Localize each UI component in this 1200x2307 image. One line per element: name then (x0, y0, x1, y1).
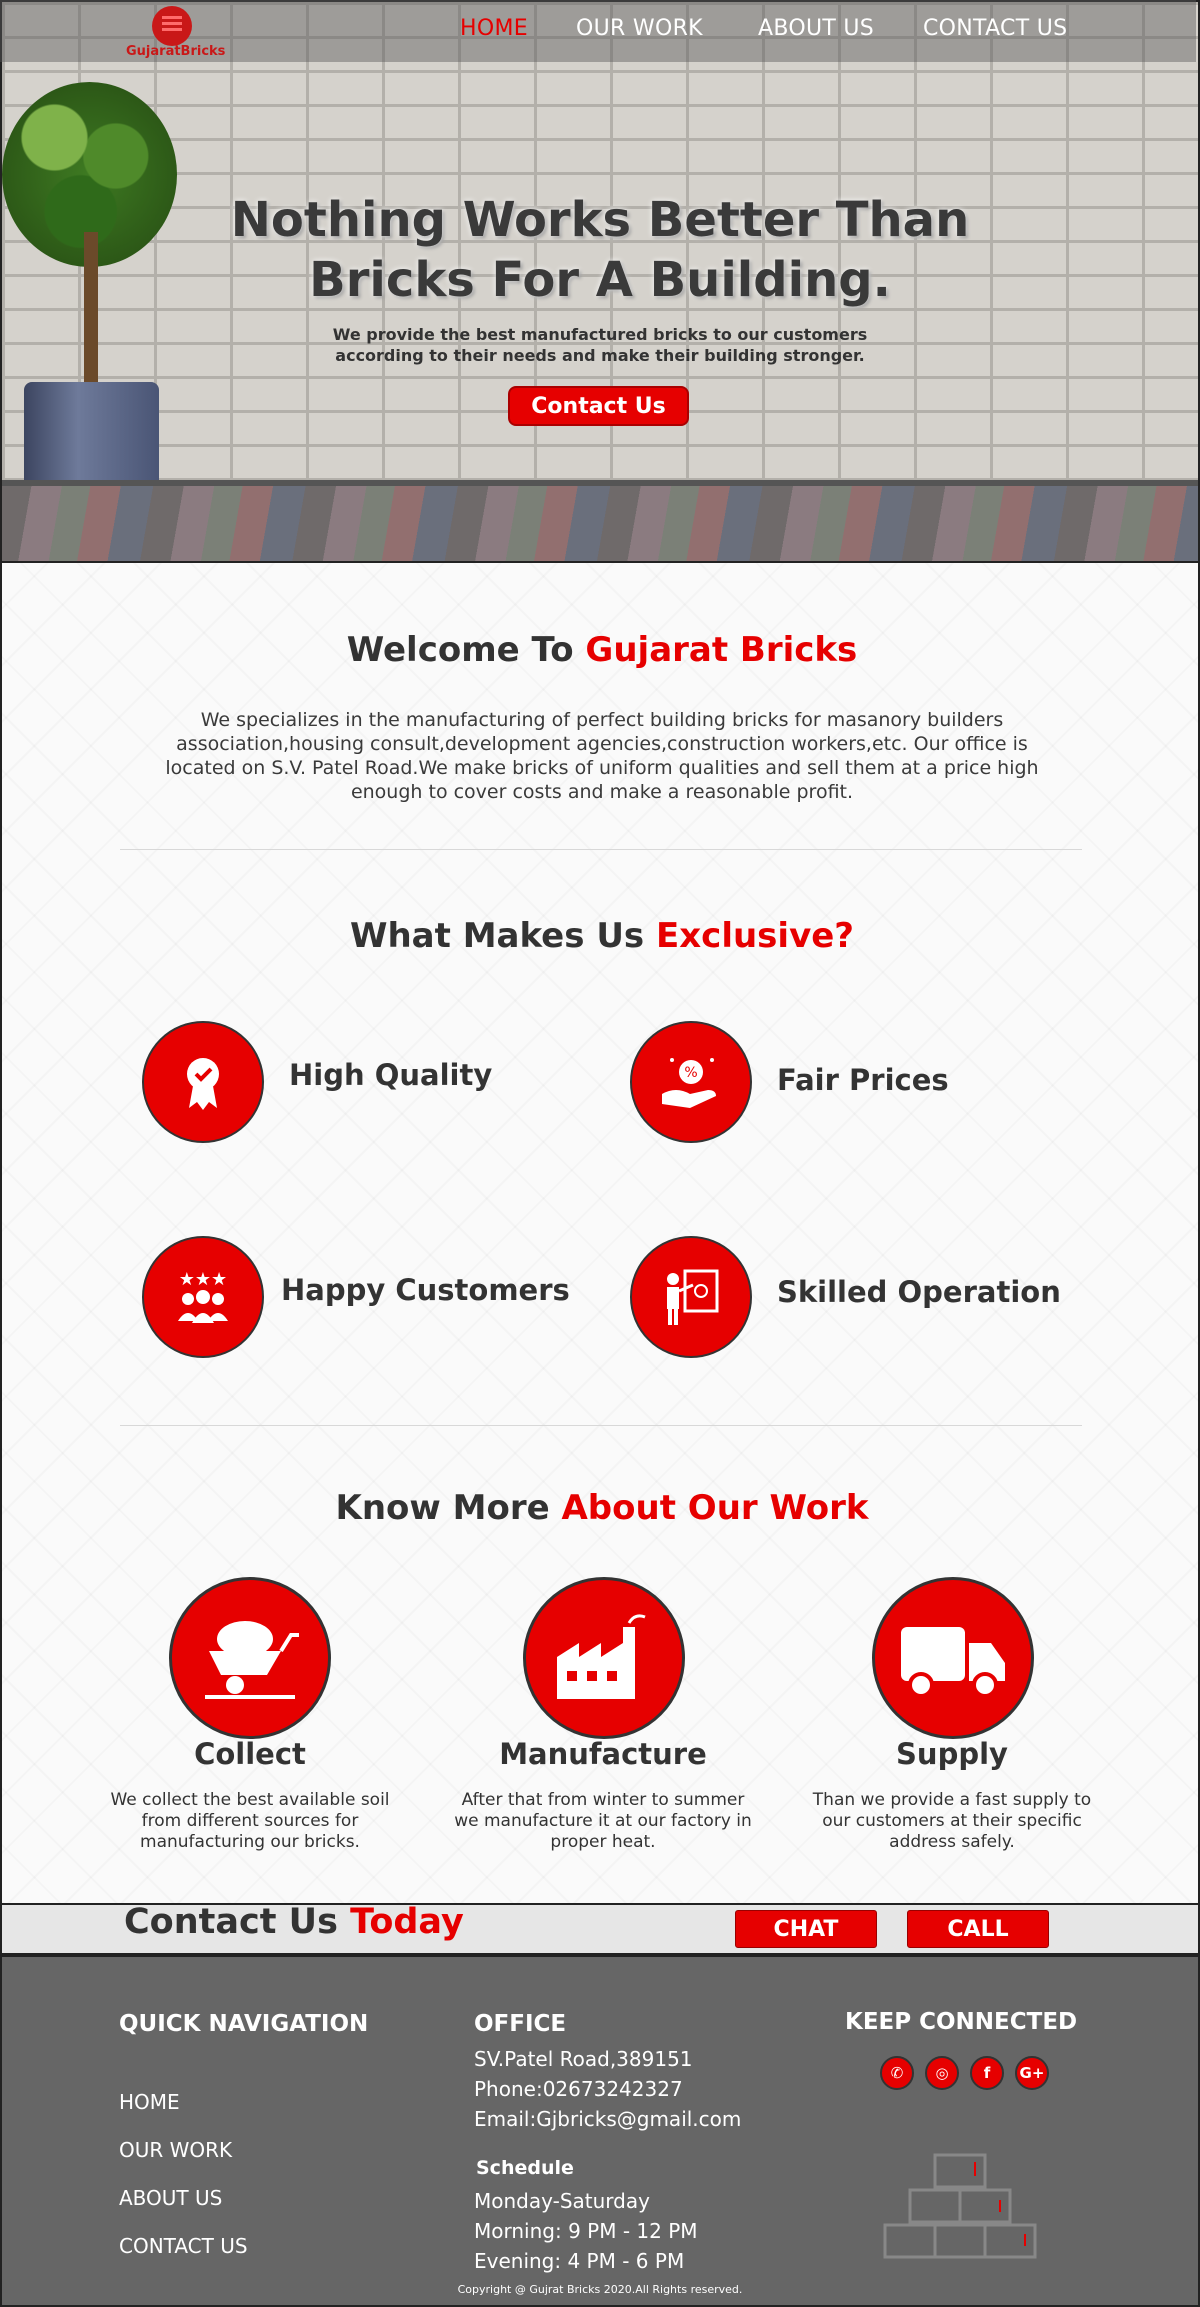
work-desc-manufacture: After that from winter to summer we manu… (454, 1790, 752, 1852)
logo-icon[interactable] (152, 6, 192, 46)
welcome-heading-accent: Gujarat Bricks (585, 630, 858, 670)
plant-trunk (84, 232, 98, 392)
schedule-morning: Morning: 9 PM - 12 PM (474, 2219, 698, 2243)
logo-text[interactable]: GujaratBricks (126, 44, 225, 59)
nav-our-work[interactable]: OUR WORK (576, 16, 703, 41)
footer-nav-about-us[interactable]: ABOUT US (119, 2186, 222, 2210)
welcome-heading-plain: Welcome To (346, 630, 586, 670)
nav-about-us[interactable]: ABOUT US (758, 16, 874, 41)
copyright: Copyright @ Gujrat Bricks 2020.All Right… (457, 2283, 743, 2296)
bricks-illustration-icon (883, 2153, 1037, 2259)
schedule-evening: Evening: 4 PM - 6 PM (474, 2249, 685, 2273)
call-button[interactable]: CALL (907, 1910, 1049, 1948)
presentation-icon (630, 1236, 752, 1358)
feature-label-skilled-operation: Skilled Operation (777, 1275, 1061, 1309)
contact-bar-title: Contact Us Today (124, 1902, 464, 1942)
schedule-days: Monday-Saturday (474, 2189, 650, 2213)
office-title: OFFICE (474, 2011, 567, 2037)
hero-subtitle: We provide the best manufactured bricks … (270, 324, 930, 366)
work-desc-supply: Than we provide a fast supply to our cus… (812, 1790, 1092, 1852)
feature-label-happy-customers: Happy Customers (281, 1273, 570, 1307)
truck-icon (872, 1577, 1034, 1739)
hero-title-line2: Bricks For A Building. (309, 252, 891, 308)
work-desc-collect: We collect the best available soil from … (110, 1790, 390, 1852)
contact-bar-title-accent: Today (350, 1902, 464, 1942)
main-content: Welcome To Gujarat Bricks We specializes… (0, 563, 1200, 1903)
quick-nav-title: QUICK NAVIGATION (119, 2011, 369, 2037)
office-address: SV.Patel Road,389151 (474, 2047, 693, 2071)
top-nav: GujaratBricks HOME OUR WORK ABOUT US CON… (0, 0, 1196, 62)
exclusive-heading-accent: Exclusive? (656, 916, 855, 956)
footer-nav-home[interactable]: HOME (119, 2090, 180, 2114)
contact-bar-title-plain: Contact Us (124, 1902, 351, 1942)
wooden-floor (2, 480, 1198, 561)
svg-text:★★★: ★★★ (179, 1269, 227, 1290)
quality-badge-icon (142, 1021, 264, 1143)
hero-subtitle-line2: according to their needs and make their … (335, 346, 865, 365)
customers-icon: ★★★ (142, 1236, 264, 1358)
schedule-title: Schedule (476, 2157, 574, 2179)
keep-connected-title: KEEP CONNECTED (845, 2009, 1078, 2035)
instagram-icon[interactable]: ◎ (925, 2056, 959, 2090)
svg-text:%: % (684, 1065, 697, 1081)
divider (120, 849, 1082, 850)
exclusive-heading: What Makes Us Exclusive? (2, 916, 1200, 956)
work-title-supply: Supply (896, 1737, 1008, 1771)
hero-title: Nothing Works Better Than Bricks For A B… (180, 190, 1020, 310)
office-email: Email:Gjbricks@gmail.com (474, 2107, 742, 2131)
factory-icon (523, 1577, 685, 1739)
whatsapp-icon[interactable]: ✆ (880, 2056, 914, 2090)
google-plus-icon[interactable]: G+ (1015, 2056, 1049, 2090)
exclusive-heading-plain: What Makes Us (349, 916, 657, 956)
footer-nav-contact-us[interactable]: CONTACT US (119, 2234, 248, 2258)
work-heading-plain: Know More (335, 1488, 562, 1528)
feature-label-high-quality: High Quality (289, 1058, 493, 1092)
work-title-collect: Collect (194, 1737, 306, 1771)
chat-button[interactable]: CHAT (735, 1910, 877, 1948)
work-heading: Know More About Our Work (2, 1488, 1200, 1528)
wheelbarrow-icon (169, 1577, 331, 1739)
nav-home[interactable]: HOME (460, 16, 528, 41)
work-title-manufacture: Manufacture (499, 1737, 707, 1771)
facebook-icon[interactable]: f (970, 2056, 1004, 2090)
feature-label-fair-prices: Fair Prices (777, 1063, 949, 1097)
work-heading-accent: About Our Work (561, 1488, 869, 1528)
hero-contact-button[interactable]: Contact Us (508, 386, 689, 426)
hero-subtitle-line1: We provide the best manufactured bricks … (332, 325, 868, 344)
welcome-paragraph: We specializes in the manufacturing of p… (165, 709, 1039, 803)
hero-title-line1: Nothing Works Better Than (230, 192, 970, 248)
footer-nav-our-work[interactable]: OUR WORK (119, 2138, 232, 2162)
nav-contact-us[interactable]: CONTACT US (923, 16, 1067, 41)
price-hand-icon: % (630, 1021, 752, 1143)
divider (120, 1425, 1082, 1426)
welcome-heading: Welcome To Gujarat Bricks (2, 630, 1200, 670)
office-phone: Phone:02673242327 (474, 2077, 683, 2101)
